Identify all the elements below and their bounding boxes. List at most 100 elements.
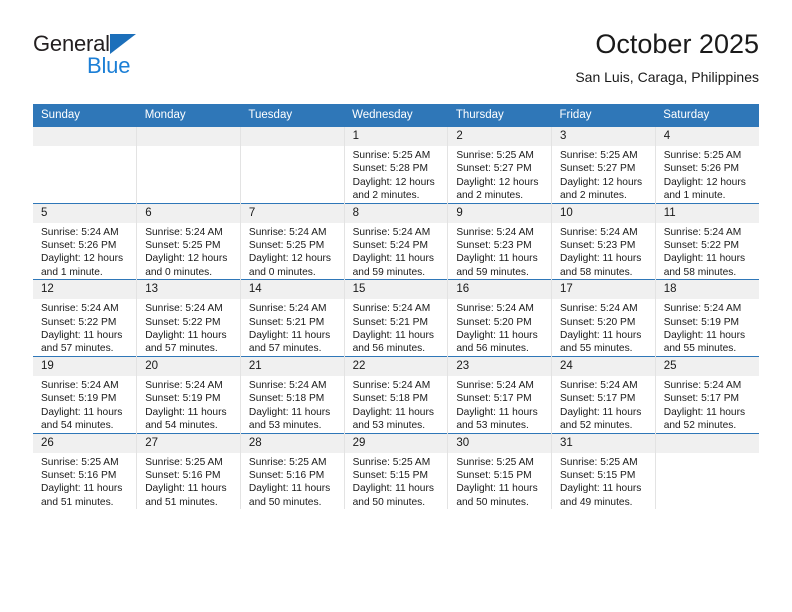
calendar-day-cell[interactable]: 19 Sunrise: 5:24 AM Sunset: 5:19 PM Dayligh… [33, 355, 138, 433]
day-details: Sunrise: 5:25 AM Sunset: 5:15 PM Daylight:… [345, 453, 448, 510]
daylight-text-line1: Daylight: 11 hours [352, 483, 434, 495]
daylight-text-line1: Daylight: 12 hours [663, 176, 746, 188]
sunrise-text: Sunrise: 5:24 AM [145, 303, 223, 315]
calendar-day-cell[interactable]: 12 Sunrise: 5:24 AM Sunset: 5:22 PM Dayligh… [33, 279, 138, 357]
calendar-day-cell[interactable]: 14 Sunrise: 5:24 AM Sunset: 5:21 PM Dayligh… [240, 279, 345, 357]
day-number: 10 [552, 203, 655, 223]
calendar-day-cell[interactable]: 2 Sunrise: 5:25 AM Sunset: 5:27 PM Daylight… [447, 127, 553, 204]
daylight-text-line2: and 55 minutes. [663, 343, 737, 355]
sunset-text: Sunset: 5:22 PM [145, 316, 221, 328]
day-details: Sunrise: 5:25 AM Sunset: 5:15 PM Daylight:… [552, 453, 655, 510]
day-details: Sunrise: 5:24 AM Sunset: 5:22 PM Daylight:… [33, 299, 136, 356]
day-number: 26 [33, 433, 137, 453]
brand-name-top-text: General [33, 31, 110, 56]
calendar-body: 1 Sunrise: 5:25 AM Sunset: 5:28 PM Daylight… [33, 127, 759, 510]
calendar-day-cell[interactable]: 26 Sunrise: 5:25 AM Sunset: 5:16 PM Dayligh… [33, 432, 138, 510]
calendar-day-cell[interactable]: 29 Sunrise: 5:25 AM Sunset: 5:15 PM Dayligh… [344, 432, 449, 510]
calendar-day-cell[interactable]: 17 Sunrise: 5:24 AM Sunset: 5:20 PM Dayligh… [551, 279, 656, 357]
calendar-day-cell[interactable]: 21 Sunrise: 5:24 AM Sunset: 5:18 PM Dayligh… [240, 355, 345, 433]
sunrise-text: Sunrise: 5:24 AM [456, 379, 534, 391]
day-details: Sunrise: 5:25 AM Sunset: 5:16 PM Daylight:… [137, 453, 240, 510]
day-number: 6 [137, 203, 240, 223]
daylight-text-line2: and 57 minutes. [145, 343, 218, 355]
calendar-day-cell[interactable]: 7 Sunrise: 5:24 AM Sunset: 5:25 PM Daylight… [240, 202, 345, 280]
day-number: 31 [552, 433, 655, 453]
calendar-day-cell[interactable]: 11 Sunrise: 5:24 AM Sunset: 5:22 PM Dayligh… [655, 202, 759, 280]
calendar-day-cell[interactable]: 1 Sunrise: 5:25 AM Sunset: 5:28 PM Daylight… [344, 127, 449, 204]
day-details: Sunrise: 5:24 AM Sunset: 5:26 PM Daylight:… [33, 223, 136, 280]
calendar-day-cell[interactable]: 6 Sunrise: 5:24 AM Sunset: 5:25 PM Daylight… [136, 202, 241, 280]
sunset-text: Sunset: 5:21 PM [352, 316, 428, 328]
day-number: 24 [552, 356, 655, 376]
calendar-day-cell[interactable]: 25 Sunrise: 5:24 AM Sunset: 5:17 PM Dayligh… [655, 355, 759, 433]
daylight-text-line1: Daylight: 11 hours [456, 253, 538, 265]
sunrise-text: Sunrise: 5:25 AM [456, 456, 534, 468]
calendar-day-cell[interactable]: 30 Sunrise: 5:25 AM Sunset: 5:15 PM Dayligh… [447, 432, 553, 510]
sunrise-text: Sunrise: 5:24 AM [248, 303, 327, 315]
daylight-text-line2: and 56 minutes. [456, 343, 529, 355]
calendar-week-row: 1 Sunrise: 5:25 AM Sunset: 5:28 PM Daylight… [33, 127, 759, 204]
calendar-day-cell[interactable]: 28 Sunrise: 5:25 AM Sunset: 5:16 PM Dayligh… [240, 432, 345, 510]
day-details: Sunrise: 5:24 AM Sunset: 5:20 PM Daylight:… [552, 299, 655, 356]
day-details: Sunrise: 5:24 AM Sunset: 5:18 PM Daylight:… [241, 376, 344, 433]
daylight-text-line2: and 58 minutes. [560, 266, 633, 278]
day-details: Sunrise: 5:24 AM Sunset: 5:22 PM Daylight:… [656, 223, 759, 280]
day-number: 5 [33, 203, 137, 223]
daylight-text-line1: Daylight: 11 hours [560, 253, 642, 265]
calendar-day-cell[interactable]: 9 Sunrise: 5:24 AM Sunset: 5:23 PM Daylight… [447, 202, 553, 280]
daylight-text-line1: Daylight: 11 hours [248, 330, 331, 342]
day-number: 16 [448, 280, 552, 300]
calendar-day-cell[interactable]: 4 Sunrise: 5:25 AM Sunset: 5:26 PM Daylight… [655, 127, 759, 204]
calendar-day-cell[interactable]: 15 Sunrise: 5:24 AM Sunset: 5:21 PM Dayligh… [344, 279, 449, 357]
sunset-text: Sunset: 5:25 PM [248, 240, 325, 252]
sunset-text: Sunset: 5:15 PM [352, 469, 428, 481]
daylight-text-line2: and 2 minutes. [560, 190, 627, 202]
day-number: 1 [344, 127, 448, 146]
sunrise-text: Sunrise: 5:24 AM [41, 303, 119, 315]
calendar-week-row: 19 Sunrise: 5:24 AM Sunset: 5:19 PM Dayligh… [33, 355, 759, 433]
calendar-day-cell[interactable]: 13 Sunrise: 5:24 AM Sunset: 5:22 PM Dayligh… [136, 279, 241, 357]
calendar-day-cell[interactable]: 3 Sunrise: 5:25 AM Sunset: 5:27 PM Daylight… [551, 127, 656, 204]
calendar-day-cell[interactable]: 18 Sunrise: 5:24 AM Sunset: 5:19 PM Dayligh… [655, 279, 759, 357]
brand-logo: General Blue [33, 32, 233, 77]
sunrise-text: Sunrise: 5:25 AM [352, 150, 431, 161]
daylight-text-line1: Daylight: 12 hours [248, 253, 332, 265]
day-number: 27 [137, 433, 240, 453]
sunset-text: Sunset: 5:25 PM [145, 240, 221, 252]
calendar-day-cell[interactable]: 10 Sunrise: 5:24 AM Sunset: 5:23 PM Dayligh… [551, 202, 656, 280]
calendar-day-cell[interactable]: 5 Sunrise: 5:24 AM Sunset: 5:26 PM Daylight… [33, 202, 138, 280]
day-number: 15 [344, 280, 448, 300]
daylight-text-line1: Daylight: 11 hours [352, 406, 434, 418]
day-number: 17 [552, 280, 655, 300]
calendar-day-cell[interactable]: 16 Sunrise: 5:24 AM Sunset: 5:20 PM Dayligh… [447, 279, 553, 357]
daylight-text-line1: Daylight: 11 hours [145, 330, 227, 342]
calendar-week-row: 26 Sunrise: 5:25 AM Sunset: 5:16 PM Dayligh… [33, 432, 759, 510]
weekday-header-monday: Monday [136, 104, 241, 127]
daylight-text-line1: Daylight: 11 hours [560, 330, 642, 342]
daylight-text-line2: and 50 minutes. [456, 496, 529, 508]
day-details [241, 146, 344, 149]
day-number: 8 [344, 203, 448, 223]
calendar-day-cell[interactable]: 24 Sunrise: 5:24 AM Sunset: 5:17 PM Dayligh… [551, 355, 656, 433]
daylight-text-line2: and 50 minutes. [352, 496, 426, 508]
sunrise-text: Sunrise: 5:24 AM [41, 226, 119, 238]
calendar-day-cell[interactable]: 22 Sunrise: 5:24 AM Sunset: 5:18 PM Dayligh… [344, 355, 449, 433]
sunrise-text: Sunrise: 5:24 AM [248, 379, 327, 391]
calendar-day-cell[interactable]: 27 Sunrise: 5:25 AM Sunset: 5:16 PM Dayligh… [136, 432, 241, 510]
calendar-head: Sunday Monday Tuesday Wednesday Thursday… [33, 104, 759, 127]
daylight-text-line2: and 52 minutes. [663, 420, 737, 432]
sunrise-text: Sunrise: 5:25 AM [248, 456, 327, 468]
sunset-text: Sunset: 5:24 PM [352, 240, 428, 252]
calendar-day-cell[interactable]: 23 Sunrise: 5:24 AM Sunset: 5:17 PM Dayligh… [447, 355, 553, 433]
calendar-day-cell[interactable]: 20 Sunrise: 5:24 AM Sunset: 5:19 PM Dayligh… [136, 355, 241, 433]
sunset-text: Sunset: 5:18 PM [248, 393, 325, 405]
calendar-day-cell[interactable]: 31 Sunrise: 5:25 AM Sunset: 5:15 PM Dayligh… [551, 432, 656, 510]
calendar-week-row: 12 Sunrise: 5:24 AM Sunset: 5:22 PM Dayligh… [33, 279, 759, 357]
daylight-text-line2: and 0 minutes. [145, 266, 213, 278]
sunrise-text: Sunrise: 5:24 AM [663, 379, 742, 391]
daylight-text-line1: Daylight: 11 hours [352, 253, 434, 265]
sunset-text: Sunset: 5:17 PM [456, 393, 532, 405]
calendar-day-cell[interactable]: 8 Sunrise: 5:24 AM Sunset: 5:24 PM Daylight… [344, 202, 449, 280]
day-number: 29 [344, 433, 448, 453]
sunset-text: Sunset: 5:27 PM [456, 163, 532, 175]
